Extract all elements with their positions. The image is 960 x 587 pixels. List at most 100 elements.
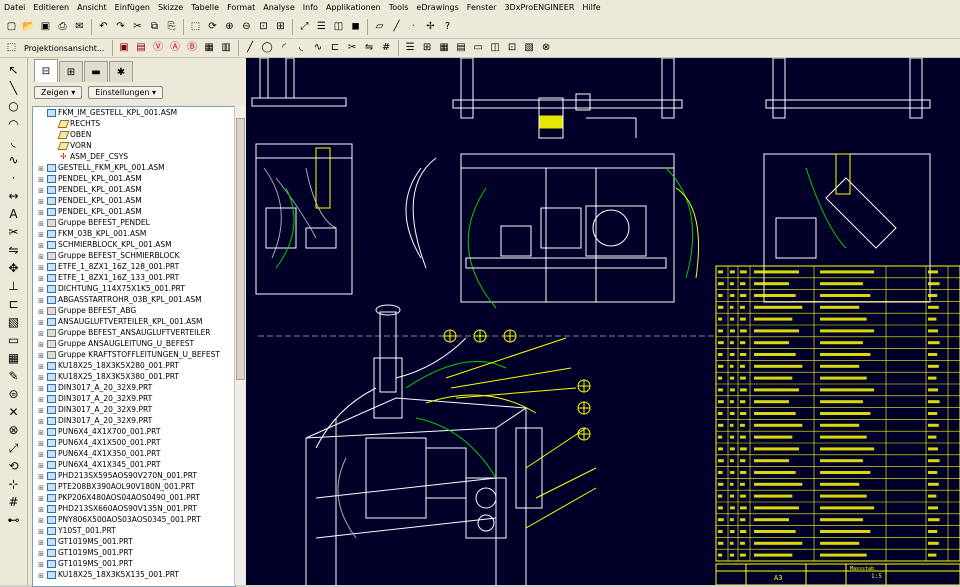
expand-icon[interactable]: ⊞	[37, 527, 45, 536]
save-icon[interactable]: ▣	[38, 19, 53, 34]
open-icon[interactable]: 📂	[21, 19, 36, 34]
expand-icon[interactable]: ⊞	[37, 373, 45, 382]
view-manager-icon[interactable]: ☰	[314, 19, 329, 34]
tree-item[interactable]: ⊞ SCHMIERBLOCK_KPL_001.ASM	[33, 239, 235, 250]
grid-icon[interactable]: #	[379, 41, 394, 56]
orient-icon[interactable]: ⤢	[297, 19, 312, 34]
tree-item[interactable]: ✢ ASM_DEF_CSYS	[33, 151, 235, 162]
expand-icon[interactable]: ⊞	[37, 571, 45, 580]
view-display-icon[interactable]: ◫	[488, 41, 503, 56]
expand-icon[interactable]: ⊞	[37, 450, 45, 459]
tree-item[interactable]: ⊞ PKP206X480AOS04AOS0490_001.PRT	[33, 492, 235, 503]
symbol-icon[interactable]: ⊗	[539, 41, 554, 56]
mirror-icon[interactable]: ⇋	[362, 41, 377, 56]
expand-icon[interactable]: ⊞	[37, 186, 45, 195]
tree-item[interactable]: ⊞ ABGASSTARTROHR_03B_KPL_001.ASM	[33, 294, 235, 305]
tree-item[interactable]: ⊞ PHD213SX660AOS90V135N_001.PRT	[33, 503, 235, 514]
zoom-out-icon[interactable]: ⊖	[239, 19, 254, 34]
tree-item[interactable]: ⊞ Gruppe BEFEST_SCHMIERBLOCK	[33, 250, 235, 261]
measure-icon[interactable]: ⊷	[5, 512, 23, 528]
select-arrow-icon[interactable]: ↖	[5, 62, 23, 78]
menu-item-14[interactable]: Hilfe	[578, 3, 604, 12]
expand-icon[interactable]: ⊞	[37, 351, 45, 360]
expand-icon[interactable]: ⊞	[37, 439, 45, 448]
tree-item[interactable]: ⊞ Gruppe BEFEST_PENDEL	[33, 217, 235, 228]
print-icon[interactable]: ⎙	[55, 19, 70, 34]
menu-item-0[interactable]: Datei	[0, 3, 29, 12]
tree-item[interactable]: ⊞ PENDEL_KPL_001.ASM	[33, 184, 235, 195]
select-icon[interactable]: ⬚	[188, 19, 203, 34]
expand-icon[interactable]: ⊞	[37, 241, 45, 250]
copy-icon[interactable]: ⧉	[147, 19, 162, 34]
tree-item[interactable]: ⊞ ANSAUGLUFTVERTEILER_KPL_001.ASM	[33, 316, 235, 327]
expand-icon[interactable]: ⊞	[37, 219, 45, 228]
expand-icon[interactable]: ⊞	[37, 384, 45, 393]
tree-item[interactable]: ⊞ Gruppe BEFEST_ABG	[33, 305, 235, 316]
note-icon[interactable]: Ⓐ	[168, 41, 183, 56]
note-icon[interactable]: ✎	[5, 368, 23, 384]
section-view-icon[interactable]: ▤	[134, 41, 149, 56]
table-row-icon[interactable]: ▥	[219, 41, 234, 56]
expand-icon[interactable]: ⊞	[37, 296, 45, 305]
tree-item[interactable]: ⊞ PTE208BX390AOL90V180N_001.PRT	[33, 481, 235, 492]
menu-item-13[interactable]: 3DxProENGINEER	[500, 3, 578, 12]
symbol-icon[interactable]: ⊗	[5, 422, 23, 438]
mirror-icon[interactable]: ⇋	[5, 242, 23, 258]
tree-item[interactable]: ⊞ ETFE_1_8ZX1_16Z_133_001.PRT	[33, 272, 235, 283]
menu-item-7[interactable]: Analyse	[259, 3, 299, 12]
layer-tree-tab[interactable]: ⊞	[59, 61, 83, 82]
tree-scrollbar[interactable]	[234, 106, 245, 585]
trim-icon[interactable]: ✂	[345, 41, 360, 56]
menu-item-10[interactable]: Tools	[385, 3, 413, 12]
tree-item[interactable]: ⊞ Gruppe KRAFTSTOFFLEITUNGEN_U_BEFEST	[33, 349, 235, 360]
tree-item[interactable]: ⊞ DIN3017_A_20_32X9.PRT	[33, 404, 235, 415]
detail-view-icon[interactable]: ▣	[117, 41, 132, 56]
display-style-icon[interactable]: ◫	[331, 19, 346, 34]
tree-item[interactable]: ⊞ DICHTUNG_114X75X1K5_001.PRT	[33, 283, 235, 294]
regenerate-icon[interactable]: ⟳	[205, 19, 220, 34]
expand-icon[interactable]: ⊞	[37, 175, 45, 184]
menu-item-3[interactable]: Einfügen	[111, 3, 154, 12]
tree-item[interactable]: ⊞ PENDEL_KPL_001.ASM	[33, 195, 235, 206]
repeat-region-icon[interactable]: ▤	[454, 41, 469, 56]
datum-axis-icon[interactable]: ╱	[389, 19, 404, 34]
expand-icon[interactable]: ⊞	[37, 208, 45, 217]
tree-item[interactable]: RECHTS	[33, 118, 235, 129]
constraint-icon[interactable]: ⊥	[5, 278, 23, 294]
expand-icon[interactable]: ⊞	[37, 285, 45, 294]
expand-icon[interactable]: ⊞	[37, 307, 45, 316]
menu-item-5[interactable]: Tabelle	[187, 3, 223, 12]
undo-icon[interactable]: ↶	[96, 19, 111, 34]
expand-icon[interactable]: ⊞	[37, 428, 45, 437]
expand-icon[interactable]: ⊞	[37, 395, 45, 404]
edge-display-icon[interactable]: ⊡	[505, 41, 520, 56]
datum-plane-icon[interactable]: ▱	[372, 19, 387, 34]
refit-icon[interactable]: ⊡	[256, 19, 271, 34]
tree-item[interactable]: VORN	[33, 140, 235, 151]
cut-icon[interactable]: ✂	[130, 19, 145, 34]
datum-point-icon[interactable]: ·	[406, 19, 421, 34]
tree-item[interactable]: ⊞ PUN6X4_4X1X500_001.PRT	[33, 437, 235, 448]
model-tree-tab[interactable]: ⊟	[34, 59, 58, 82]
delete-icon[interactable]: ✕	[5, 404, 23, 420]
expand-icon[interactable]: ⊞	[37, 197, 45, 206]
tree-item[interactable]: ⊞ PHD213SX595AOS90V270N_001.PRT	[33, 470, 235, 481]
tree-item[interactable]: ⊞ GT1019MS_001.PRT	[33, 536, 235, 547]
expand-icon[interactable]: ⊞	[37, 549, 45, 558]
tree-item[interactable]: ⊞ FKM_03B_KPL_001.ASM	[33, 228, 235, 239]
expand-icon[interactable]: ⊞	[37, 505, 45, 514]
tree-item[interactable]: ⊞ KU18X25_18X3K5X280_001.PRT	[33, 360, 235, 371]
tree-item[interactable]: ⊞ PENDEL_KPL_001.ASM	[33, 173, 235, 184]
arc-icon[interactable]: ◜	[277, 41, 292, 56]
expand-icon[interactable]: ⊞	[37, 472, 45, 481]
relation-icon[interactable]: ⊜	[5, 386, 23, 402]
csys-icon[interactable]: ✢	[423, 19, 438, 34]
expand-icon[interactable]: ⊞	[37, 362, 45, 371]
expand-icon[interactable]: ⊞	[37, 230, 45, 239]
redo-icon[interactable]: ↷	[113, 19, 128, 34]
arc-icon[interactable]: ◠	[5, 116, 23, 132]
spline-icon[interactable]: ∿	[311, 41, 326, 56]
expand-icon[interactable]: ⊞	[37, 164, 45, 173]
layer-icon[interactable]: ☰	[403, 41, 418, 56]
fillet-icon[interactable]: ◟	[294, 41, 309, 56]
